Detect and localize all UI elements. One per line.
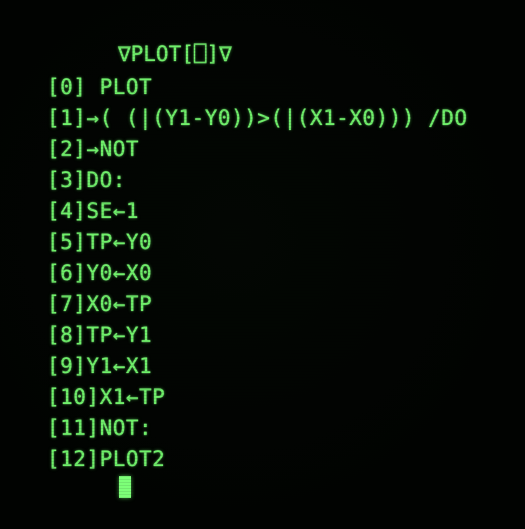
code-line-3: [3]DO: — [47, 168, 126, 192]
text-cursor[interactable] — [119, 476, 131, 498]
code-line-4: [4]SE←1 — [47, 199, 140, 223]
code-line-2: [2]→NOT — [47, 137, 140, 161]
code-line-9: [9]Y1←X1 — [47, 354, 153, 378]
terminal-screen[interactable]: ∇PLOT[⎕]∇ [0] PLOT [1]→( (|(Y1-Y0))>(|(X… — [0, 0, 525, 529]
function-header: ∇PLOT[⎕]∇ — [118, 42, 232, 66]
code-line-1: [1]→( (|(Y1-Y0))>(|(X1-X0))) /DO — [47, 106, 468, 130]
code-line-8: [8]TP←Y1 — [47, 323, 153, 347]
code-line-12: [12]PLOT2 — [47, 447, 166, 471]
code-line-5: [5]TP←Y0 — [47, 230, 153, 254]
code-line-10: [10]X1←TP — [47, 385, 166, 409]
code-line-0: [0] PLOT — [47, 75, 153, 99]
code-line-6: [6]Y0←X0 — [47, 261, 153, 285]
code-line-7: [7]X0←TP — [47, 292, 153, 316]
code-line-11: [11]NOT: — [47, 416, 153, 440]
